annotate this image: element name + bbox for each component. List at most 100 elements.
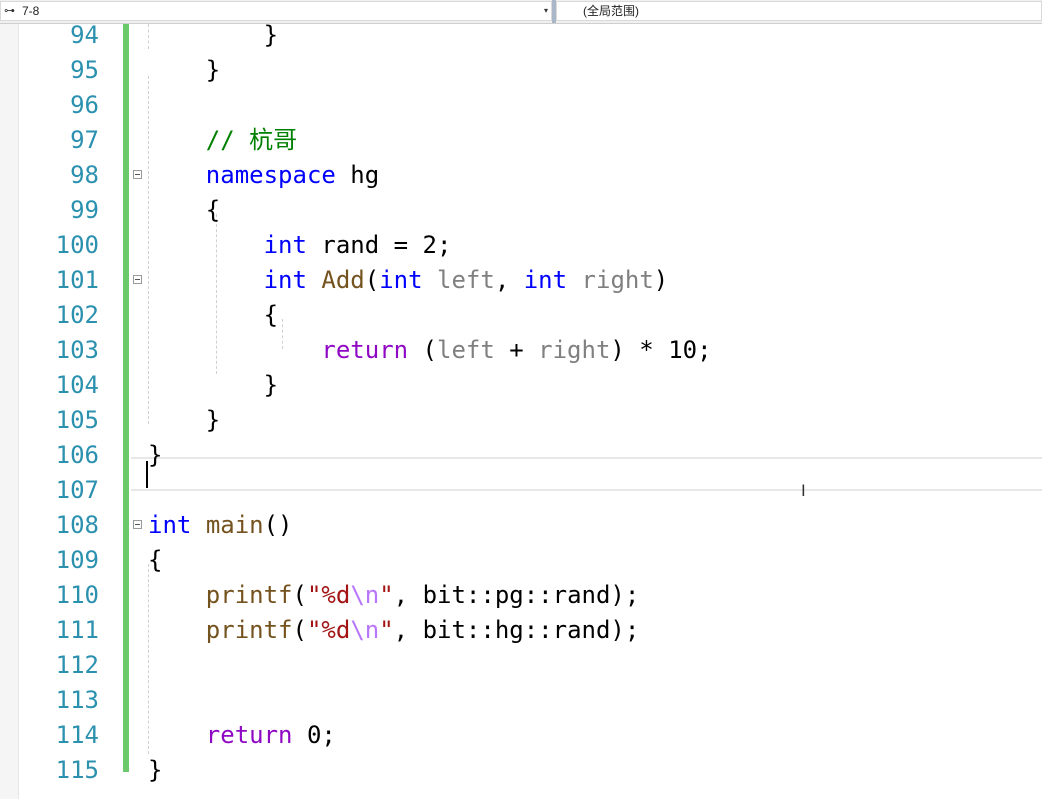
line-number: 108 — [55, 511, 99, 539]
scope-label: (全局范围) — [583, 4, 639, 18]
line-number: 114 — [55, 721, 99, 749]
code-text: } — [148, 403, 220, 438]
code-line[interactable]: 95 } — [0, 53, 1042, 88]
code-token: left — [437, 266, 495, 294]
code-text: } — [148, 53, 220, 88]
code-line[interactable]: 94 } — [0, 24, 1042, 53]
code-line[interactable]: 109 { — [0, 543, 1042, 578]
code-token: right — [538, 336, 611, 364]
code-text: // 杭哥 — [148, 123, 297, 158]
code-token: { — [148, 196, 221, 224]
line-number: 111 — [55, 616, 99, 644]
code-token: int — [379, 266, 423, 294]
code-token: right — [581, 266, 654, 294]
line-number: 96 — [70, 91, 99, 119]
code-token: { — [148, 301, 279, 329]
line-number: 101 — [55, 266, 99, 294]
line-number: 97 — [70, 126, 99, 154]
code-token: int — [263, 266, 307, 294]
code-text: { — [148, 543, 162, 578]
code-text: namespace hg — [148, 158, 379, 193]
line-number: 106 — [55, 441, 99, 469]
chevron-down-icon[interactable]: ▾ — [544, 4, 548, 18]
code-text: } — [148, 438, 162, 473]
code-line[interactable]: 97 // 杭哥 — [0, 123, 1042, 158]
navigation-bar: ⊶ 7-8 ▾ (全局范围) — [0, 0, 1042, 24]
code-token: namespace — [205, 161, 336, 189]
code-token: return — [321, 336, 409, 364]
code-lines: 94 } 95 } 96 97 // 杭哥 98 namespace hg 99 {100… — [0, 24, 1042, 788]
code-text: } — [148, 368, 278, 403]
code-line[interactable]: 96 — [0, 88, 1042, 123]
line-number: 95 — [70, 56, 99, 84]
code-token: { — [148, 546, 163, 574]
code-line[interactable]: 113 — [0, 683, 1042, 718]
code-token: left — [437, 336, 495, 364]
code-line[interactable]: 98 namespace hg — [0, 158, 1042, 193]
code-line[interactable]: 100 int rand = 2; — [0, 228, 1042, 263]
code-line[interactable]: 103 return (left + right) * 10; — [0, 333, 1042, 368]
code-line[interactable]: 108 int main() — [0, 508, 1042, 543]
code-token: } — [148, 406, 221, 434]
code-text: return 0; — [148, 718, 336, 753]
code-text: { — [148, 193, 220, 228]
project-scope-dropdown[interactable]: ⊶ 7-8 ▾ — [0, 1, 552, 21]
code-line[interactable]: 99 { — [0, 193, 1042, 228]
line-number: 107 — [55, 476, 99, 504]
code-token: int — [523, 266, 568, 294]
code-text: int rand = 2; — [148, 228, 452, 263]
code-token: " — [379, 581, 394, 609]
code-text: } — [148, 753, 162, 788]
code-text: int Add(int left, int right) — [148, 263, 669, 298]
code-text: return (left + right) * 10; — [148, 333, 711, 368]
line-number: 112 — [55, 651, 99, 679]
collapse-icon[interactable] — [133, 520, 142, 529]
line-number: 94 — [70, 24, 99, 49]
code-token: Add — [321, 266, 365, 294]
code-line[interactable]: 104 } — [0, 368, 1042, 403]
code-token: hg — [335, 161, 380, 189]
line-number: 113 — [55, 686, 99, 714]
code-line[interactable]: 102 { — [0, 298, 1042, 333]
code-token: } — [148, 56, 221, 84]
code-text: printf("%d\n", bit::pg::rand); — [148, 578, 640, 613]
global-scope-dropdown[interactable]: (全局范围) — [556, 1, 1042, 21]
code-token: "%d — [306, 616, 351, 644]
code-line[interactable]: 115} — [0, 753, 1042, 788]
code-line[interactable]: 101 int Add(int left, int right) — [0, 263, 1042, 298]
code-token: } — [148, 756, 163, 784]
collapse-icon[interactable] — [133, 275, 142, 284]
line-number: 99 — [70, 196, 99, 224]
code-line[interactable]: 111 printf("%d\n", bit::hg::rand); — [0, 613, 1042, 648]
code-token: ( — [292, 581, 307, 609]
line-number: 100 — [55, 231, 99, 259]
code-line[interactable]: 105 } — [0, 403, 1042, 438]
code-token: rand = 2; — [306, 231, 452, 259]
code-line[interactable]: 107 — [0, 473, 1042, 508]
code-line[interactable]: 106} — [0, 438, 1042, 473]
collapse-icon[interactable] — [133, 170, 142, 179]
code-token: ( — [408, 336, 437, 364]
code-token: ) — [653, 266, 669, 294]
line-number: 102 — [55, 301, 99, 329]
code-token: + — [494, 336, 539, 364]
code-line[interactable]: 112 — [0, 648, 1042, 683]
project-scope-icon: ⊶ — [4, 4, 15, 17]
code-token: "%d — [306, 581, 351, 609]
code-text: printf("%d\n", bit::hg::rand); — [148, 613, 640, 648]
code-line[interactable]: 110 printf("%d\n", bit::pg::rand); — [0, 578, 1042, 613]
line-number: 98 — [70, 161, 99, 189]
code-line[interactable]: 114 return 0; — [0, 718, 1042, 753]
code-editor[interactable]: 94 } 95 } 96 97 // 杭哥 98 namespace hg 99 {100… — [0, 24, 1042, 799]
code-token: () — [263, 511, 293, 539]
line-number: 115 — [55, 756, 99, 784]
